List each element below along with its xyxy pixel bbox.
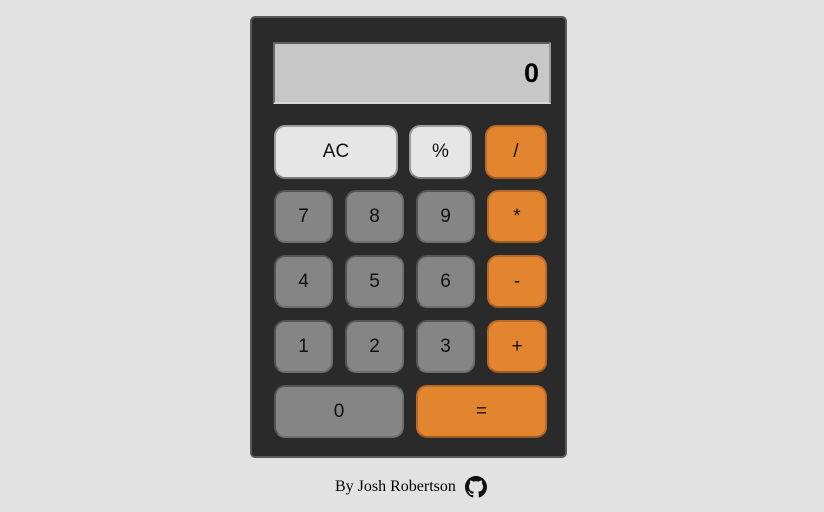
digit-3-button[interactable]: 3	[416, 320, 475, 373]
digit-5-button[interactable]: 5	[345, 255, 404, 308]
digit-8-button[interactable]: 8	[345, 190, 404, 243]
percent-button[interactable]: %	[409, 125, 472, 179]
subtract-button[interactable]: -	[487, 255, 547, 308]
add-button[interactable]: +	[487, 320, 547, 373]
multiply-button[interactable]: *	[487, 190, 547, 243]
digit-0-button[interactable]: 0	[274, 385, 404, 438]
all-clear-button[interactable]: AC	[274, 125, 398, 179]
calculator-display: 0	[273, 42, 551, 104]
digit-7-button[interactable]: 7	[274, 190, 333, 243]
footer: By Josh Robertson	[335, 476, 487, 498]
digit-2-button[interactable]: 2	[345, 320, 404, 373]
equals-button[interactable]: =	[416, 385, 547, 438]
digit-4-button[interactable]: 4	[274, 255, 333, 308]
digit-1-button[interactable]: 1	[274, 320, 333, 373]
digit-6-button[interactable]: 6	[416, 255, 475, 308]
digit-9-button[interactable]: 9	[416, 190, 475, 243]
calculator: 0 AC % / 7 8 9 * 4 5 6 - 1 2 3 + 0 =	[250, 16, 567, 458]
github-icon[interactable]	[464, 476, 487, 498]
author-credit: By Josh Robertson	[335, 478, 456, 495]
divide-button[interactable]: /	[485, 125, 547, 179]
